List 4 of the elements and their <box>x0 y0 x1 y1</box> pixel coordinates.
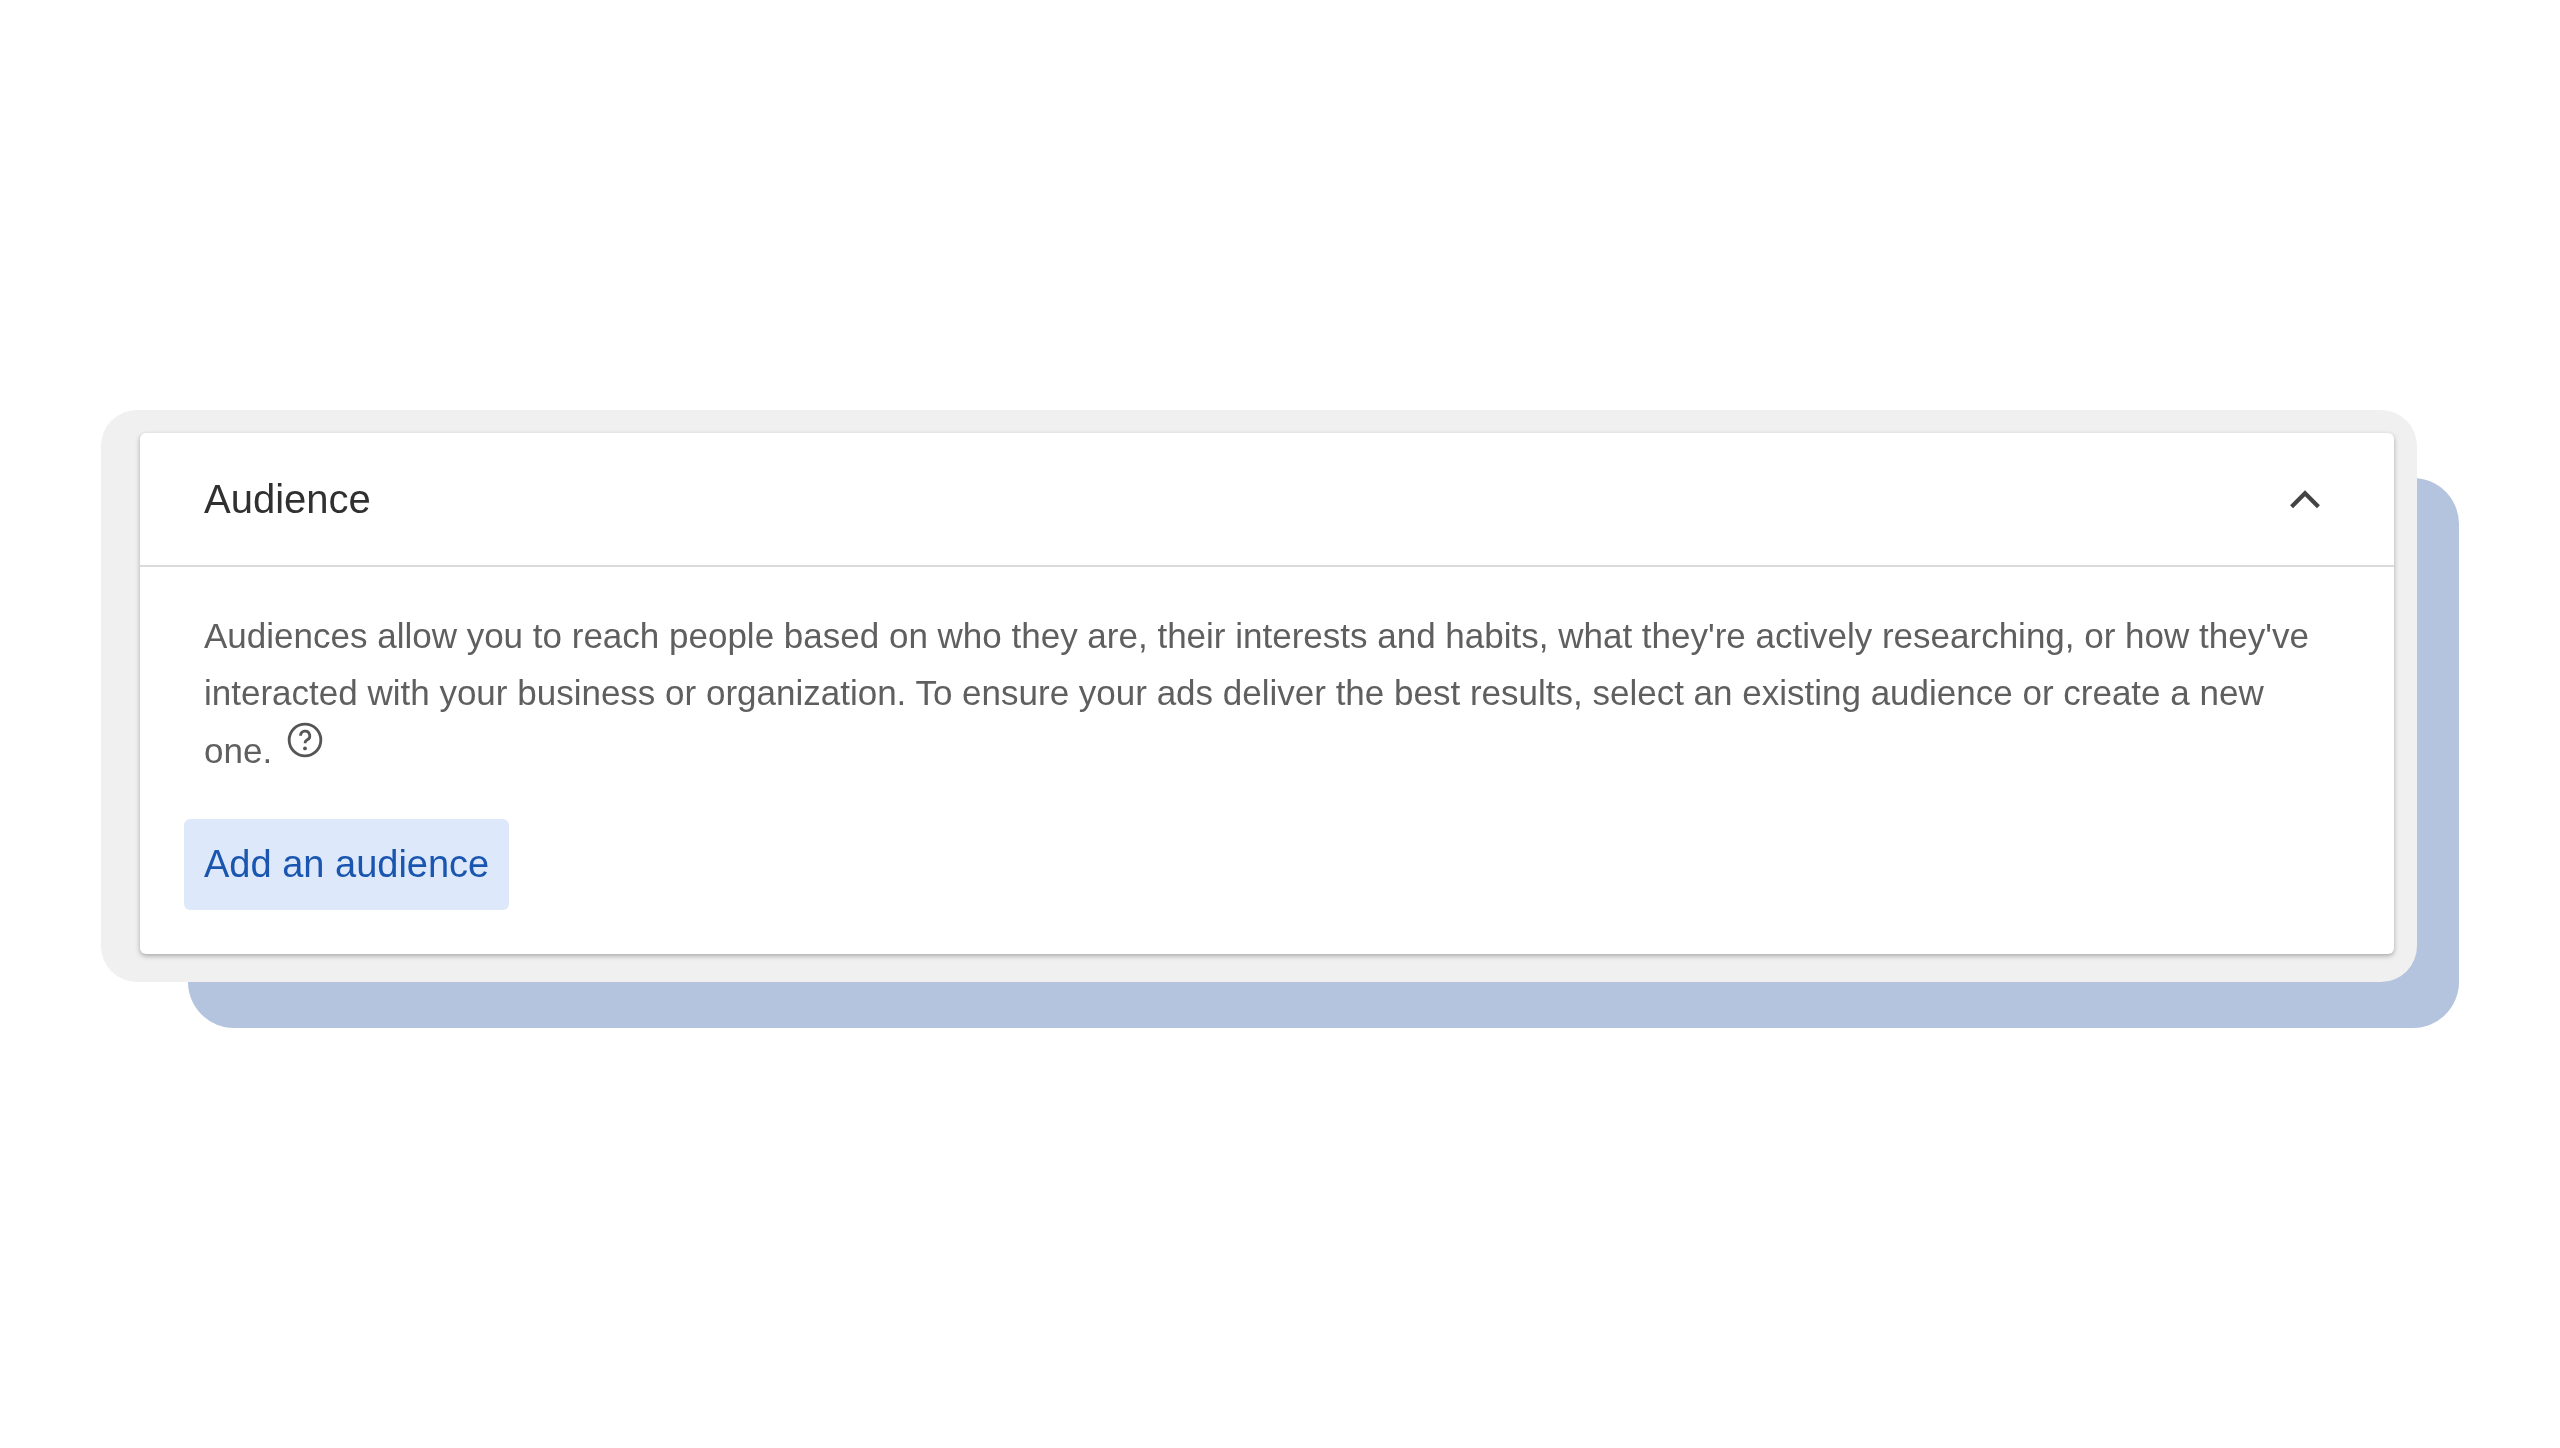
add-audience-button[interactable]: Add an audience <box>184 819 510 910</box>
help-icon[interactable] <box>286 721 325 759</box>
description-text: Audiences allow you to reach people based on who they are, their interests and habits, what they're actively researching, or how they've interacted with your business or organization. To ensure your ads deliver the best results, select an existing audience or create a new one. <box>204 615 2310 772</box>
section-title: Audience <box>204 476 371 522</box>
